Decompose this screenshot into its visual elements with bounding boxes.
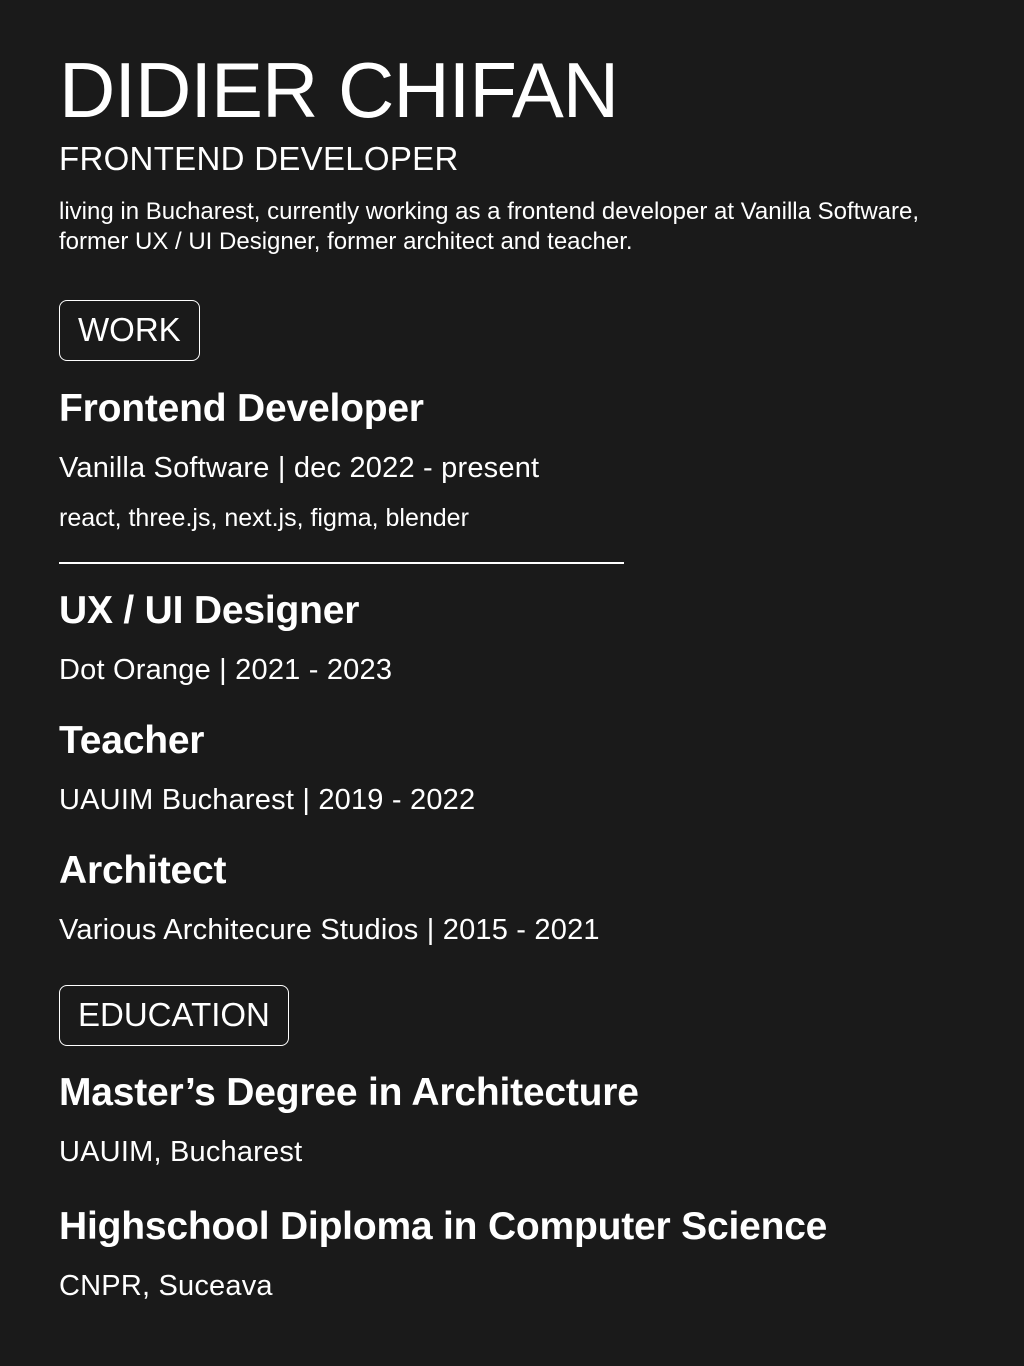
- education-section-tag: EDUCATION: [59, 985, 289, 1046]
- job-title-ux-ui-designer: UX / UI Designer: [59, 589, 360, 632]
- job-title-frontend-developer: Frontend Developer: [59, 387, 424, 430]
- education-title-masters: Master’s Degree in Architecture: [59, 1071, 639, 1114]
- education-place-masters: UAUIM, Bucharest: [59, 1136, 303, 1168]
- job-meta-ux-ui-designer: Dot Orange | 2021 - 2023: [59, 654, 393, 686]
- person-bio: living in Bucharest, currently working a…: [59, 198, 920, 255]
- job-title-architect: Architect: [59, 849, 227, 892]
- education-place-highschool: CNPR, Suceava: [59, 1270, 273, 1302]
- person-name: DIDIER CHIFAN: [59, 46, 619, 134]
- job-meta-architect: Various Architecure Studios | 2015 - 202…: [59, 914, 600, 946]
- job-meta-teacher: UAUIM Bucharest | 2019 - 2022: [59, 784, 476, 816]
- job-meta-frontend-developer: Vanilla Software | dec 2022 - present: [59, 452, 540, 484]
- job-stack-frontend-developer: react, three.js, next.js, figma, blender: [59, 504, 469, 532]
- job-title-teacher: Teacher: [59, 719, 205, 762]
- education-title-highschool: Highschool Diploma in Computer Science: [59, 1205, 828, 1248]
- work-section-tag: WORK: [59, 300, 200, 361]
- resume-page: DIDIER CHIFAN FRONTEND DEVELOPER living …: [0, 0, 1024, 1366]
- person-role: FRONTEND DEVELOPER: [59, 140, 459, 177]
- work-divider: [59, 562, 624, 564]
